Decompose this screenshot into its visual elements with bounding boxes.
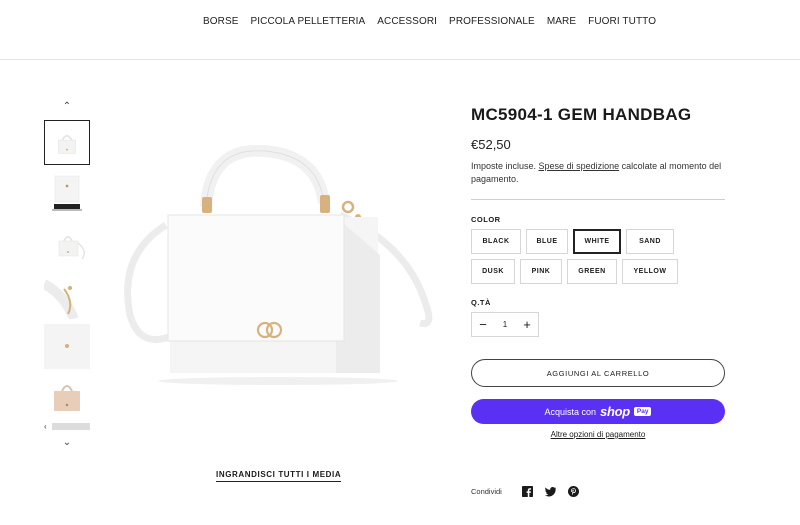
main-product-image[interactable] — [108, 144, 448, 390]
quantity-decrease-button[interactable]: − — [472, 313, 494, 336]
nav-item-fuori-tutto[interactable]: FUORI TUTTO — [588, 16, 656, 27]
scrollbar-track[interactable] — [52, 423, 90, 430]
color-option-yellow[interactable]: YELLOW — [622, 259, 678, 284]
top-navigation: BORSE PICCOLA PELLETTERIA ACCESSORI PROF… — [0, 0, 800, 60]
product-price: €52,50 — [471, 137, 511, 152]
share-label: Condividi — [471, 487, 502, 496]
color-option-sand[interactable]: SAND — [626, 229, 674, 254]
bag-side-thumbnail — [44, 223, 90, 268]
thumbnail-3[interactable] — [44, 223, 90, 268]
color-option-blue[interactable]: BLUE — [526, 229, 568, 254]
chevron-up-icon[interactable]: ⌃ — [44, 101, 90, 113]
shop-pay-badge: Pay — [633, 407, 652, 416]
thumbnail-2[interactable] — [44, 172, 90, 217]
share-bar: Condividi — [471, 486, 579, 497]
color-options: BLACK BLUE WHITE SAND DUSK PINK GREEN YE… — [471, 229, 701, 284]
nav-item-mare[interactable]: MARE — [547, 16, 576, 27]
shop-pay-prefix: Acquista con — [544, 406, 597, 417]
bag-logo-thumbnail — [44, 324, 90, 369]
quantity-value[interactable]: 1 — [494, 320, 516, 329]
nav-item-professionale[interactable]: PROFESSIONALE — [449, 16, 535, 27]
shop-pay-button[interactable]: Acquista con shop Pay — [471, 399, 725, 424]
thumbnail-5[interactable] — [44, 324, 90, 369]
chevron-down-icon[interactable]: ⌄ — [44, 437, 90, 449]
more-payment-options-link[interactable]: Altre opzioni di pagamento — [471, 430, 725, 439]
facebook-icon[interactable] — [521, 486, 533, 497]
bag-sand-thumbnail — [44, 375, 90, 420]
handbag-illustration — [124, 144, 433, 385]
quantity-increase-button[interactable]: + — [516, 313, 538, 336]
bag-open-thumbnail — [44, 172, 90, 217]
nav-item-piccola-pelletteria[interactable]: PICCOLA PELLETTERIA — [251, 16, 366, 27]
add-to-cart-button[interactable]: AGGIUNGI AL CARRELLO — [471, 359, 725, 387]
thumbnail-4[interactable] — [44, 274, 90, 319]
tax-info: Imposte incluse. Spese di spedizione cal… — [471, 160, 725, 186]
color-option-pink[interactable]: PINK — [520, 259, 562, 284]
shop-pay-logo: shop — [600, 404, 630, 419]
thumbnail-scrollbar[interactable]: ‹ — [44, 422, 90, 431]
color-label: COLOR — [471, 215, 501, 224]
pinterest-icon[interactable] — [567, 486, 579, 497]
tax-prefix: Imposte incluse. — [471, 161, 537, 171]
shipping-link[interactable]: Spese di spedizione — [539, 161, 620, 171]
color-option-white[interactable]: WHITE — [573, 229, 621, 254]
divider — [471, 199, 725, 200]
twitter-icon[interactable] — [544, 486, 556, 497]
thumbnail-6[interactable] — [44, 375, 90, 420]
product-info: MC5904-1 GEM HANDBAG €52,50 Imposte incl… — [471, 105, 725, 439]
nav-item-accessori[interactable]: ACCESSORI — [377, 16, 437, 27]
chevron-left-icon[interactable]: ‹ — [44, 422, 52, 431]
bag-front-thumbnail — [45, 121, 89, 164]
quantity-stepper: − 1 + — [471, 312, 539, 337]
color-option-green[interactable]: GREEN — [567, 259, 617, 284]
quantity-label: Q.TÀ — [471, 298, 491, 307]
zoom-all-media-link[interactable]: INGRANDISCI TUTTI I MEDIA — [216, 470, 342, 482]
product-title: MC5904-1 GEM HANDBAG — [471, 105, 692, 124]
nav-item-borse[interactable]: BORSE — [203, 16, 239, 27]
bag-detail-thumbnail — [44, 274, 90, 319]
color-option-black[interactable]: BLACK — [471, 229, 521, 254]
thumbnail-1[interactable] — [44, 120, 90, 165]
color-option-dusk[interactable]: DUSK — [471, 259, 515, 284]
